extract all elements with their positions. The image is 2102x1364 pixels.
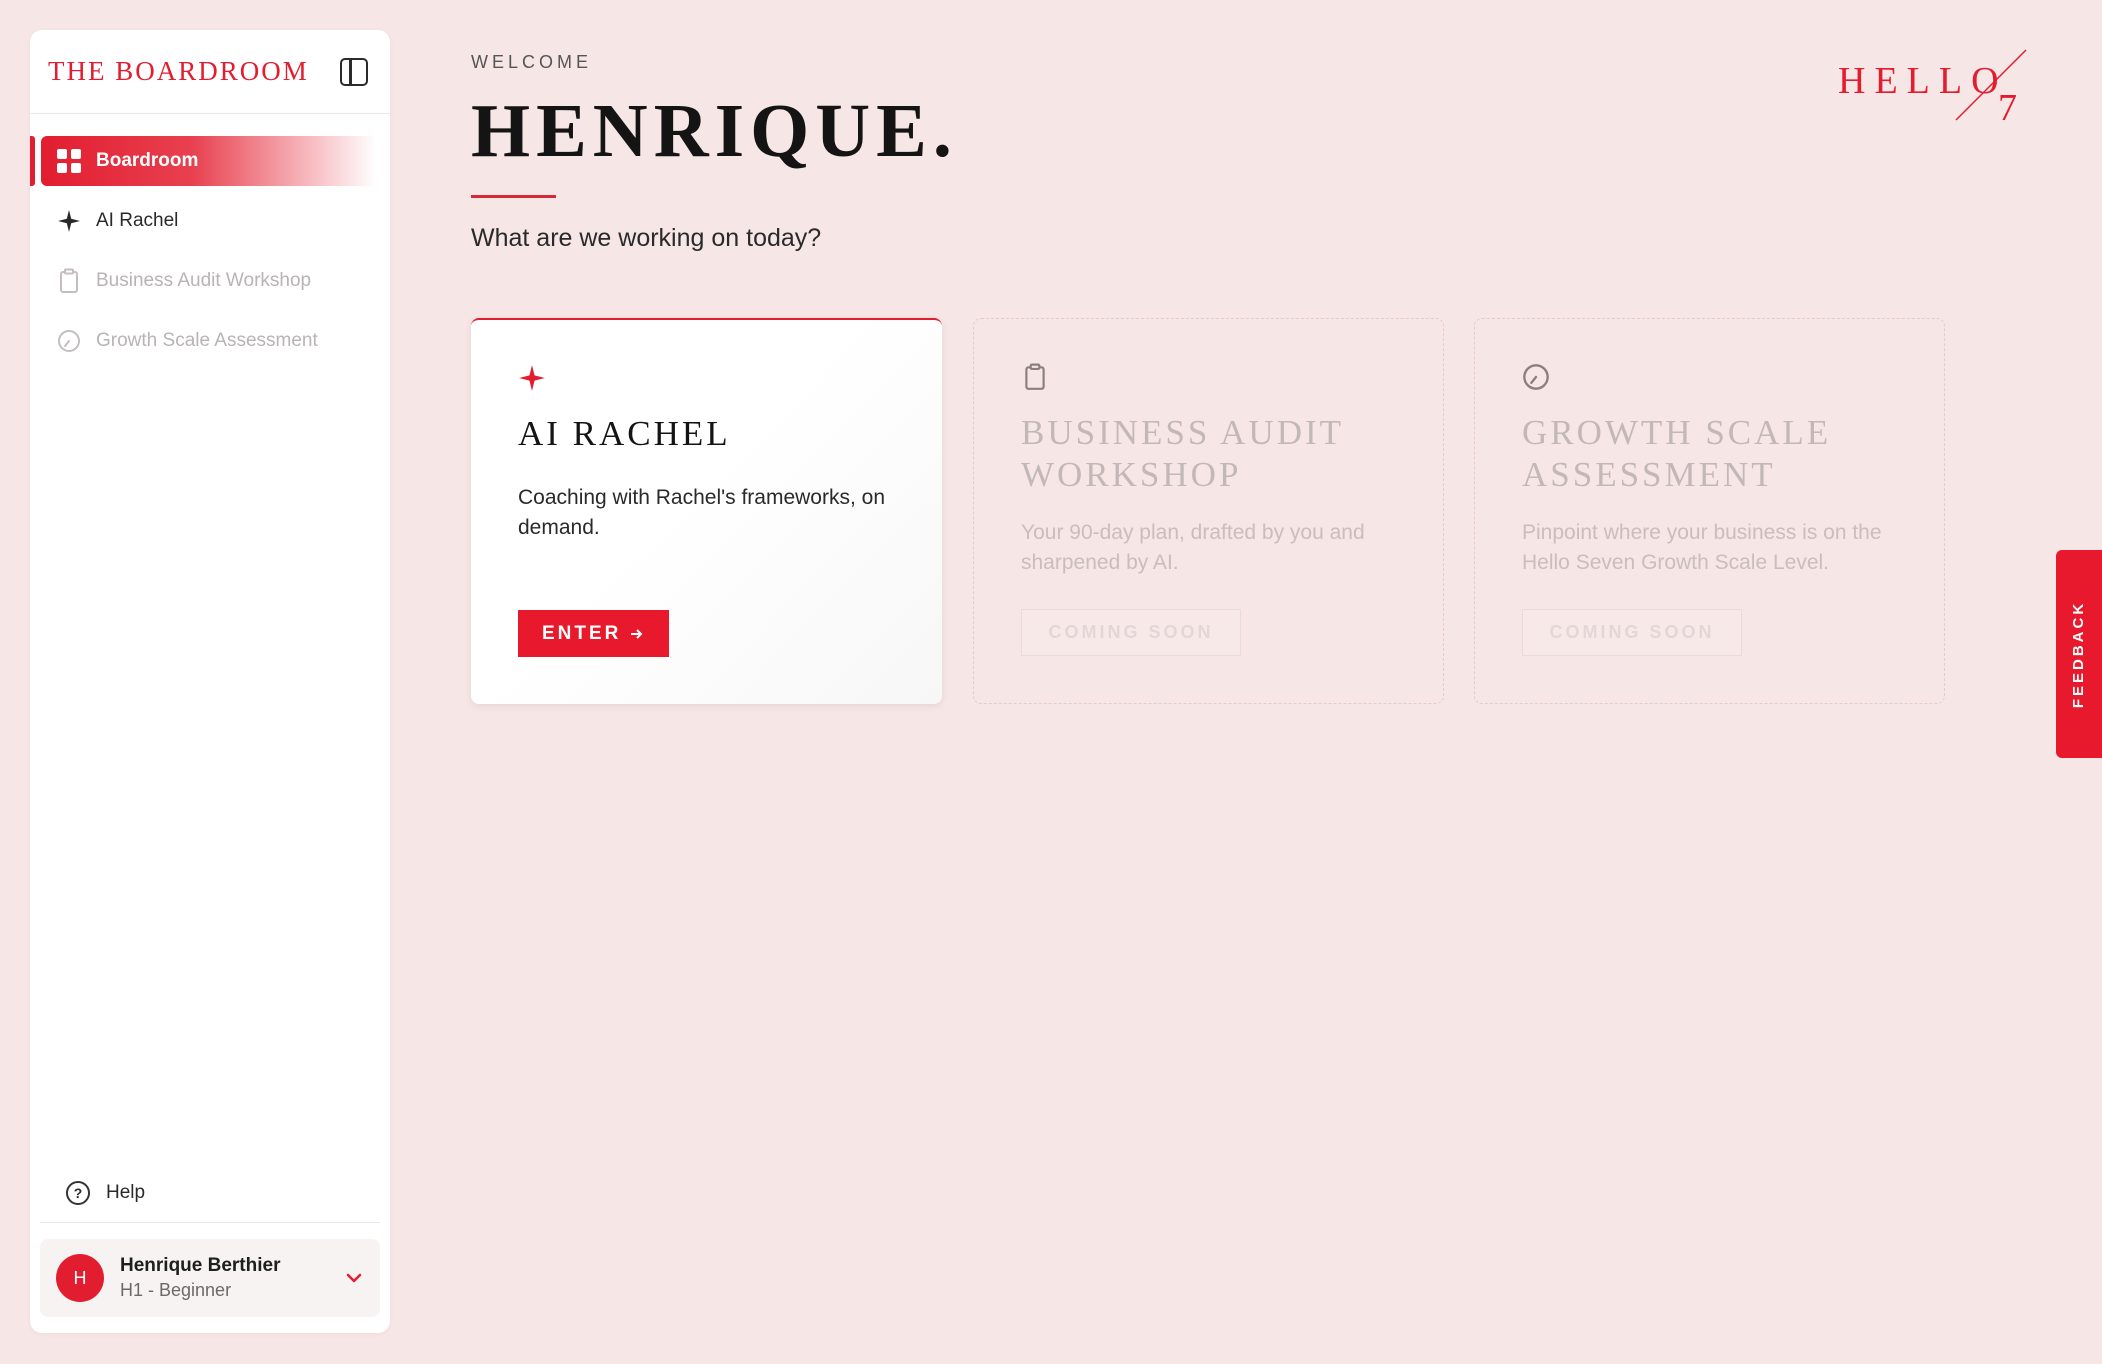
sidebar-item-label: AI Rachel [96,210,179,231]
card-description: Your 90-day plan, drafted by you and sha… [1021,521,1365,574]
card-growth-scale-assessment: GROWTH SCALE ASSESSMENT Pinpoint where y… [1474,318,1945,704]
chevron-down-icon[interactable] [344,1268,364,1288]
card-title: BUSINESS AUDIT WORKSHOP [1021,413,1344,494]
sidebar-header: THE BOARDROOM [30,30,390,114]
feedback-tab[interactable]: FEEDBACK [2056,550,2102,758]
app-root: THE BOARDROOM Boardroom AI Rachel Busine… [0,0,2102,1364]
sidebar-item-business-audit-workshop[interactable]: Business Audit Workshop [41,256,376,306]
brand-title: THE BOARDROOM [48,56,309,86]
sidebar-item-boardroom[interactable]: Boardroom [30,136,376,186]
page-title: HENRIQUE. [471,89,958,173]
page-subtitle: What are we working on today? [471,224,822,252]
sidebar-item-label: Boardroom [96,150,199,171]
card-title: AI RACHEL [518,414,731,453]
help-icon: ? [66,1180,90,1205]
grid-icon [56,148,82,174]
card-title: GROWTH SCALE ASSESSMENT [1522,413,1832,494]
user-name: Henrique Berthier [120,1255,281,1276]
sparkle-icon [56,208,82,234]
clipboard-icon [56,268,82,294]
sidebar-panel-icon[interactable] [340,57,368,86]
sidebar-item-label: Business Audit Workshop [96,270,312,291]
gauge-icon [1523,364,1549,390]
card-business-audit-workshop: BUSINESS AUDIT WORKSHOP Your 90-day plan… [973,318,1444,704]
sidebar-item-label: Growth Scale Assessment [96,330,318,351]
user-menu[interactable]: H Henrique Berthier H1 - Beginner [40,1239,380,1317]
card-description: Coaching with Rachel's frameworks, on de… [518,486,885,539]
enter-button-label: ENTER [542,622,622,644]
clipboard-icon [1025,363,1045,390]
sparkle-icon [519,365,545,391]
hello-seven-logo: HELLO 7 [1838,49,2027,128]
enter-button[interactable]: ENTER [518,610,670,657]
arrow-right-icon [631,628,643,639]
user-info: Henrique Berthier H1 - Beginner [120,1255,344,1301]
help-link[interactable]: ? Help [40,1163,380,1223]
gauge-icon [56,328,82,354]
help-label: Help [106,1181,146,1203]
svg-text:7: 7 [1998,87,2017,128]
sidebar-item-ai-rachel[interactable]: AI Rachel [41,196,376,246]
sidebar-nav: Boardroom AI Rachel Business Audit Works… [30,114,390,376]
coming-soon-button: COMING SOON [1021,609,1241,656]
svg-text:HELLO: HELLO [1838,60,2008,102]
title-divider [471,195,556,198]
sidebar-item-growth-scale-assessment[interactable]: Growth Scale Assessment [41,316,376,366]
user-level: H1 - Beginner [120,1280,232,1300]
feedback-label: FEEDBACK [2070,600,2088,708]
welcome-label: WELCOME [471,52,593,72]
card-ai-rachel: AI RACHEL Coaching with Rachel's framewo… [471,318,942,704]
sidebar: THE BOARDROOM Boardroom AI Rachel Busine… [30,30,390,1333]
coming-soon-button: COMING SOON [1522,609,1742,656]
card-description: Pinpoint where your business is on the H… [1522,521,1882,574]
avatar: H [56,1254,104,1302]
